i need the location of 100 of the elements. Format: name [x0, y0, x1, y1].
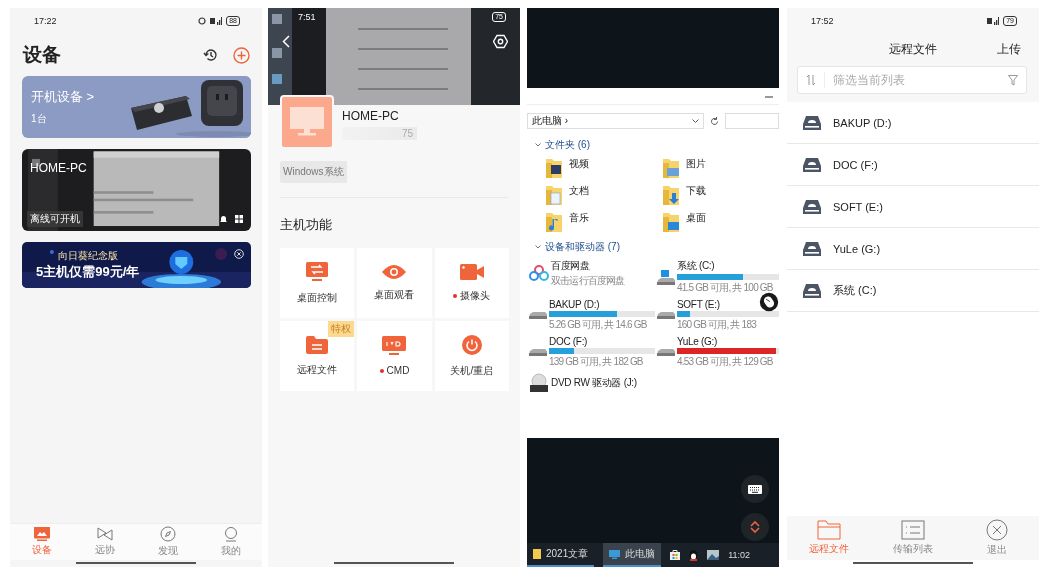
video-camera-icon — [459, 263, 484, 280]
hard-drive-icon — [803, 282, 821, 299]
image-viewer-icon[interactable] — [707, 550, 720, 560]
drive-name[interactable]: YuLe (G:) — [677, 336, 718, 347]
function-tile[interactable]: 桌面控制 — [280, 248, 355, 318]
hard-drive-icon — [657, 349, 675, 356]
drive-row[interactable]: 系统 (C:) — [787, 270, 1039, 312]
drive-detail: 41.5 GB 可用, 共 100 GB — [677, 281, 773, 295]
history-icon[interactable] — [203, 47, 219, 63]
chevron-down-icon — [692, 118, 699, 124]
hard-drive-icon — [803, 198, 821, 215]
drive-row[interactable]: BAKUP (D:) — [787, 102, 1039, 144]
tab[interactable]: 传输列表 — [871, 516, 955, 560]
hard-drive-icon — [529, 349, 547, 356]
tab[interactable]: 我的 — [199, 524, 262, 560]
chevron-down-icon — [535, 245, 541, 249]
function-tile[interactable]: 关机/重启 — [434, 321, 509, 391]
function-label: CMD — [379, 365, 410, 376]
hard-drive-icon — [529, 312, 547, 319]
device-card[interactable]: HOME-PC 离线可开机 — [22, 149, 251, 231]
hard-drive-icon — [803, 114, 821, 131]
minimize-icon[interactable] — [765, 94, 773, 100]
clock: 11:02 — [728, 550, 751, 560]
status-time: 17:22 — [34, 16, 57, 26]
function-label: 关机/重启 — [450, 363, 494, 378]
windows-icon — [235, 215, 243, 223]
folder-icon — [545, 157, 563, 179]
drive-name[interactable]: 系统 (C:) — [677, 259, 715, 273]
filter-bar[interactable]: 筛选当前列表 — [797, 66, 1027, 94]
function-label: 远程文件 — [297, 362, 338, 377]
folder-item[interactable]: 图片 — [662, 157, 779, 179]
tab[interactable]: 远协 — [73, 524, 136, 560]
computer-icon — [609, 549, 621, 559]
group-heading[interactable]: 文件夹 (6) — [527, 135, 779, 155]
settings-icon[interactable] — [493, 34, 508, 49]
banner-offer: 5主机仅需99元/年 — [36, 263, 140, 281]
tab[interactable]: 发现 — [136, 524, 199, 560]
compass-icon — [159, 526, 176, 542]
folder-item[interactable]: 桌面 — [662, 211, 779, 233]
folder-icon — [662, 184, 680, 206]
status-time: 17:52 — [811, 16, 834, 26]
function-tile[interactable]: CMD — [357, 321, 432, 391]
folder-item[interactable]: 音乐 — [545, 211, 662, 233]
taskbar-item[interactable]: 2021文章 — [527, 543, 595, 567]
folder-icon — [817, 520, 841, 540]
drive-name[interactable]: SOFT (E:) — [677, 299, 720, 310]
scroll-button[interactable] — [741, 513, 769, 541]
taskbar-item[interactable]: 此电脑 — [603, 543, 662, 567]
card-title: 开机设备 > — [31, 88, 96, 106]
sort-icon[interactable] — [806, 74, 816, 86]
tab[interactable]: 退出 — [955, 516, 1039, 560]
drive-name[interactable]: DOC (F:) — [549, 336, 588, 347]
section-title: 主机功能 — [279, 216, 333, 234]
privilege-badge: 特权 — [328, 321, 355, 337]
group-heading[interactable]: 设备和驱动器 (7) — [527, 237, 779, 257]
folder-item[interactable]: 下载 — [662, 184, 779, 206]
upload-button[interactable]: 上传 — [997, 40, 1021, 58]
drive-detail: 双击运行百度网盘 — [551, 274, 625, 288]
list-icon — [901, 520, 925, 540]
drive-name[interactable]: 百度网盘 — [551, 259, 590, 273]
back-icon[interactable] — [282, 35, 290, 48]
folder-icon — [662, 157, 680, 179]
drive-name[interactable]: DVD RW 驱动器 (J:) — [551, 376, 637, 390]
page-title: 远程文件 — [889, 40, 937, 58]
page-title: 设备 — [23, 43, 62, 67]
banner-title: 向日葵纪念版 — [57, 249, 118, 263]
search-field[interactable] — [725, 113, 779, 129]
drive-detail: 139 GB 可用, 共 182 GB — [549, 355, 643, 369]
filter-field[interactable]: 筛选当前列表 — [824, 72, 1000, 88]
hard-drive-icon — [803, 156, 821, 173]
drive-row[interactable]: YuLe (G:) — [787, 228, 1039, 270]
folder-icon — [662, 211, 680, 233]
mouse-icon[interactable] — [759, 292, 779, 312]
drive-row[interactable]: SOFT (E:) — [787, 186, 1039, 228]
remote-control-icon — [306, 261, 329, 282]
drive-name[interactable]: BAKUP (D:) — [549, 299, 600, 310]
device-name: HOME-PC — [342, 109, 400, 123]
function-label: 桌面控制 — [297, 290, 338, 305]
monitor-icon — [290, 107, 324, 137]
add-icon[interactable] — [233, 46, 250, 64]
chevron-down-icon — [535, 143, 541, 147]
keyboard-button[interactable] — [741, 475, 769, 503]
promo-banner[interactable]: 向日葵纪念版 5主机仅需99元/年 — [22, 242, 251, 288]
function-tile[interactable]: 桌面观看 — [357, 248, 432, 318]
penguin-icon[interactable] — [689, 549, 699, 561]
device-count: 1台 — [31, 112, 48, 126]
drive-row[interactable]: DOC (F:) — [787, 144, 1039, 186]
drive-detail: 160 GB 可用, 共 183 — [677, 318, 756, 332]
function-tile[interactable]: 特权 远程文件 — [280, 321, 355, 391]
refresh-icon[interactable] — [710, 116, 719, 126]
folder-item[interactable]: 文档 — [545, 184, 662, 206]
folder-item[interactable]: 视频 — [545, 157, 662, 179]
close-icon[interactable] — [234, 249, 244, 259]
address-bar[interactable]: 此电脑 › — [527, 113, 704, 129]
function-tile[interactable]: 摄像头 — [434, 248, 509, 318]
filter-icon[interactable] — [1008, 74, 1018, 86]
dvd-drive-icon — [529, 373, 549, 393]
store-icon[interactable] — [670, 550, 681, 560]
os-tag: Windows系统 — [280, 161, 347, 183]
status-time: 7:51 — [298, 12, 316, 22]
